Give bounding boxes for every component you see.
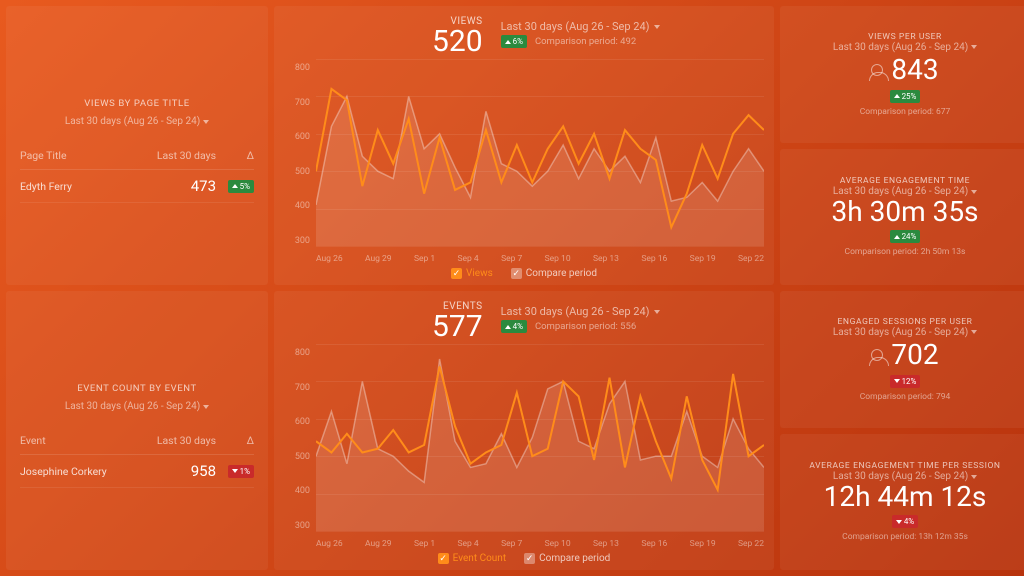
delta-badge: 4% bbox=[892, 515, 918, 528]
y-axis: 800700600500400300 bbox=[284, 344, 316, 549]
stat-value: 702 bbox=[891, 340, 938, 371]
checkbox-icon: ✓ bbox=[524, 553, 535, 564]
checkbox-icon: ✓ bbox=[438, 553, 449, 564]
chevron-down-icon bbox=[203, 405, 209, 409]
delta-badge: 25% bbox=[890, 90, 921, 103]
legend-event-count[interactable]: ✓Event Count bbox=[438, 553, 506, 564]
date-range-selector[interactable]: Last 30 days (Aug 26 - Sep 24) bbox=[65, 401, 209, 412]
table-header: Page TitleLast 30 daysΔ bbox=[20, 142, 254, 170]
events-by-event-panel: EVENT COUNT BY EVENT Last 30 days (Aug 2… bbox=[6, 291, 268, 570]
chevron-down-icon bbox=[654, 310, 660, 314]
row-name: Josephine Corkery bbox=[20, 465, 146, 478]
panel-title: VIEWS BY PAGE TITLE bbox=[20, 98, 254, 109]
events-chart-panel: EVENTS 577 Last 30 days (Aug 26 - Sep 24… bbox=[274, 291, 774, 570]
table-header: EventLast 30 daysΔ bbox=[20, 427, 254, 455]
chevron-down-icon bbox=[971, 45, 977, 49]
delta-badge: 24% bbox=[890, 230, 921, 243]
views-chart-panel: VIEWS 520 Last 30 days (Aug 26 - Sep 24)… bbox=[274, 6, 774, 285]
row-value: 958 bbox=[146, 462, 216, 480]
chevron-down-icon bbox=[971, 190, 977, 194]
chevron-down-icon bbox=[654, 25, 660, 29]
chevron-down-icon bbox=[971, 475, 977, 479]
delta-badge: 1% bbox=[228, 465, 254, 478]
stat-value: 12h 44m 12s bbox=[824, 482, 987, 513]
date-range-selector[interactable]: Last 30 days (Aug 26 - Sep 24) bbox=[501, 305, 660, 318]
delta-badge: 4% bbox=[501, 320, 527, 333]
y-axis: 800700600500400300 bbox=[284, 59, 316, 264]
date-range-selector[interactable]: Last 30 days (Aug 26 - Sep 24) bbox=[65, 116, 209, 127]
chart-total: 577 bbox=[432, 312, 483, 342]
user-icon bbox=[871, 64, 883, 76]
views-by-page-panel: VIEWS BY PAGE TITLE Last 30 days (Aug 26… bbox=[6, 6, 268, 285]
avg-session-time-panel: AVERAGE ENGAGEMENT TIME PER SESSION Last… bbox=[780, 434, 1024, 571]
legend-compare[interactable]: ✓Compare period bbox=[511, 268, 597, 279]
delta-badge: 6% bbox=[501, 35, 527, 48]
chart-plot-views: Aug 26Aug 29Sep 1Sep 4Sep 7Sep 10Sep 13S… bbox=[316, 59, 764, 264]
stat-value: 843 bbox=[891, 55, 938, 86]
checkbox-icon: ✓ bbox=[511, 268, 522, 279]
chevron-down-icon bbox=[203, 120, 209, 124]
panel-title: EVENT COUNT BY EVENT bbox=[20, 383, 254, 394]
chart-plot-events: Aug 26Aug 29Sep 1Sep 4Sep 7Sep 10Sep 13S… bbox=[316, 344, 764, 549]
date-range-selector[interactable]: Last 30 days (Aug 26 - Sep 24) bbox=[833, 327, 977, 338]
row-value: 473 bbox=[146, 177, 216, 195]
x-axis: Aug 26Aug 29Sep 1Sep 4Sep 7Sep 10Sep 13S… bbox=[316, 254, 764, 264]
sessions-per-user-panel: ENGAGED SESSIONS PER USER Last 30 days (… bbox=[780, 291, 1024, 428]
chevron-down-icon bbox=[971, 330, 977, 334]
delta-badge: 12% bbox=[890, 375, 921, 388]
checkbox-icon: ✓ bbox=[451, 268, 462, 279]
date-range-selector[interactable]: Last 30 days (Aug 26 - Sep 24) bbox=[501, 20, 660, 33]
date-range-selector[interactable]: Last 30 days (Aug 26 - Sep 24) bbox=[833, 42, 977, 53]
avg-engagement-panel: AVERAGE ENGAGEMENT TIME Last 30 days (Au… bbox=[780, 149, 1024, 286]
delta-badge: 5% bbox=[228, 180, 254, 193]
table-row[interactable]: Edyth Ferry 473 5% bbox=[20, 170, 254, 203]
comparison-label: Comparison period: 492 bbox=[535, 36, 636, 47]
comparison-label: Comparison period: 556 bbox=[535, 321, 636, 332]
legend-views[interactable]: ✓Views bbox=[451, 268, 493, 279]
legend-compare[interactable]: ✓Compare period bbox=[524, 553, 610, 564]
x-axis: Aug 26Aug 29Sep 1Sep 4Sep 7Sep 10Sep 13S… bbox=[316, 539, 764, 549]
row-name: Edyth Ferry bbox=[20, 180, 146, 193]
user-icon bbox=[871, 349, 883, 361]
chart-total: 520 bbox=[432, 27, 483, 57]
stat-value: 3h 30m 35s bbox=[832, 197, 979, 228]
table-row[interactable]: Josephine Corkery 958 1% bbox=[20, 455, 254, 488]
views-per-user-panel: VIEWS PER USER Last 30 days (Aug 26 - Se… bbox=[780, 6, 1024, 143]
